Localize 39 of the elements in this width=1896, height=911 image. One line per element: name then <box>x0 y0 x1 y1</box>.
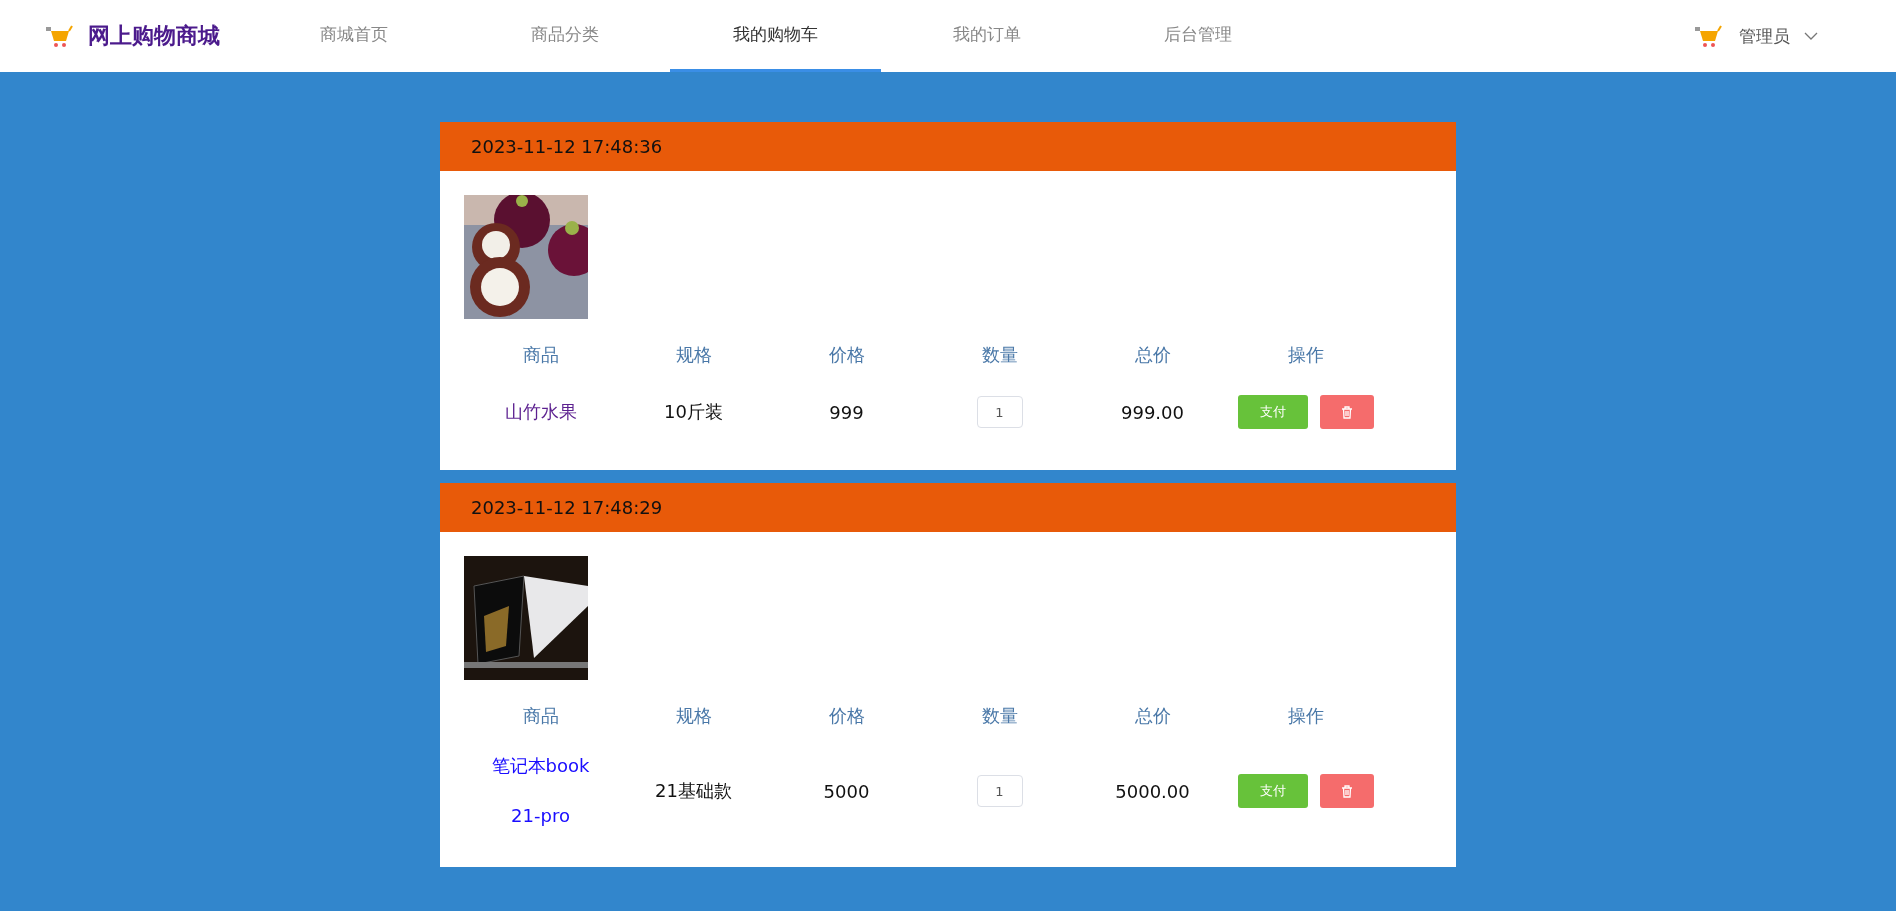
column-header: 商品 <box>522 704 559 728</box>
spec-text: 10斤装 <box>664 400 723 424</box>
column-header: 操作 <box>1287 343 1324 367</box>
price-text: 999 <box>829 401 864 423</box>
product-link[interactable]: 山竹水果 <box>504 400 577 424</box>
column-header: 规格 <box>675 343 712 367</box>
delete-button[interactable] <box>1319 395 1374 429</box>
column-header: 数量 <box>981 704 1018 728</box>
cart-icon <box>44 23 74 49</box>
total-text: 5000.00 <box>1115 780 1190 802</box>
cart-icon <box>1693 23 1723 49</box>
trash-icon <box>1340 405 1353 419</box>
column-header: 数量 <box>981 343 1018 367</box>
spec-text: 21基础款 <box>655 779 732 803</box>
column-header: 总价 <box>1134 343 1171 367</box>
nav-tab[interactable]: 我的购物车 <box>670 0 881 72</box>
column-header: 总价 <box>1134 704 1171 728</box>
quantity-field[interactable]: 1 <box>976 775 1023 807</box>
user-menu[interactable]: 管理员 <box>1739 24 1818 48</box>
trash-icon <box>1340 784 1353 798</box>
delete-button[interactable] <box>1319 774 1374 808</box>
total-text: 999.00 <box>1121 401 1184 423</box>
nav-tab[interactable]: 商城首页 <box>248 0 459 72</box>
column-header: 价格 <box>828 704 865 728</box>
column-header: 规格 <box>675 704 712 728</box>
product-link[interactable]: 笔记本book <box>491 754 590 778</box>
site-title: 网上购物商城 <box>88 22 220 50</box>
nav-tab[interactable]: 商品分类 <box>459 0 670 72</box>
column-header: 操作 <box>1287 704 1324 728</box>
chevron-down-icon <box>1804 32 1818 40</box>
quantity-field[interactable]: 1 <box>976 396 1023 428</box>
price-text: 5000 <box>823 780 870 802</box>
column-header: 商品 <box>522 343 559 367</box>
nav-tab[interactable]: 我的订单 <box>881 0 1092 72</box>
order-time: 2023-11-12 17:48:36 <box>471 136 663 157</box>
nav-tab[interactable]: 后台管理 <box>1092 0 1303 72</box>
product-link[interactable]: 21-pro <box>511 804 570 828</box>
order-time: 2023-11-12 17:48:29 <box>471 497 663 518</box>
column-header: 价格 <box>828 343 865 367</box>
